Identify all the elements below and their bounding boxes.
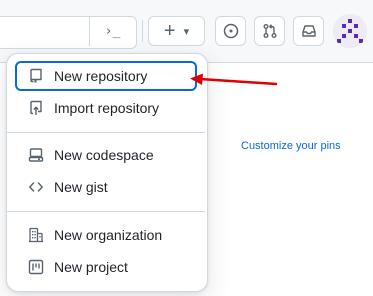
menu-item-label: New organization: [54, 227, 163, 243]
create-new-dropdown: New repository Import repository New cod…: [6, 53, 208, 292]
menu-item-new-organization[interactable]: New organization: [15, 220, 197, 250]
organization-icon: [28, 227, 44, 243]
menu-item-new-gist[interactable]: New gist: [15, 172, 197, 202]
git-pull-request-icon: [263, 24, 276, 38]
customize-pins-link[interactable]: Customize your pins: [241, 140, 341, 152]
codespaces-icon: [28, 147, 44, 163]
menu-item-label: New project: [54, 259, 128, 275]
header-divider: [142, 20, 143, 42]
inbox-icon: [301, 25, 316, 37]
menu-item-label: Import repository: [54, 100, 160, 116]
menu-item-label: New codespace: [54, 147, 154, 163]
project-icon: [28, 259, 44, 275]
menu-item-new-repository[interactable]: New repository: [15, 61, 197, 91]
menu-item-new-codespace[interactable]: New codespace: [15, 140, 197, 170]
inbox-button[interactable]: [293, 16, 324, 46]
menu-separator: [7, 211, 205, 212]
pull-requests-button[interactable]: [254, 16, 285, 46]
menu-item-label: New gist: [54, 179, 108, 195]
repo-icon: [28, 68, 44, 84]
repo-push-icon: [28, 100, 44, 116]
issues-button[interactable]: [215, 16, 246, 46]
issue-opened-icon: [223, 23, 238, 39]
chevron-down-icon: ▾: [183, 25, 190, 38]
command-palette-icon: ›_: [104, 24, 121, 39]
menu-item-new-project[interactable]: New project: [15, 252, 197, 282]
menu-item-import-repository[interactable]: Import repository: [15, 93, 197, 123]
command-palette-button[interactable]: ›_: [89, 17, 135, 46]
code-icon: [28, 179, 44, 195]
identicon-icon: [333, 14, 367, 48]
plus-icon: +: [163, 20, 176, 42]
menu-separator: [7, 132, 205, 133]
create-new-button[interactable]: + ▾: [148, 16, 205, 46]
avatar[interactable]: [333, 14, 367, 48]
menu-item-label: New repository: [54, 68, 148, 84]
